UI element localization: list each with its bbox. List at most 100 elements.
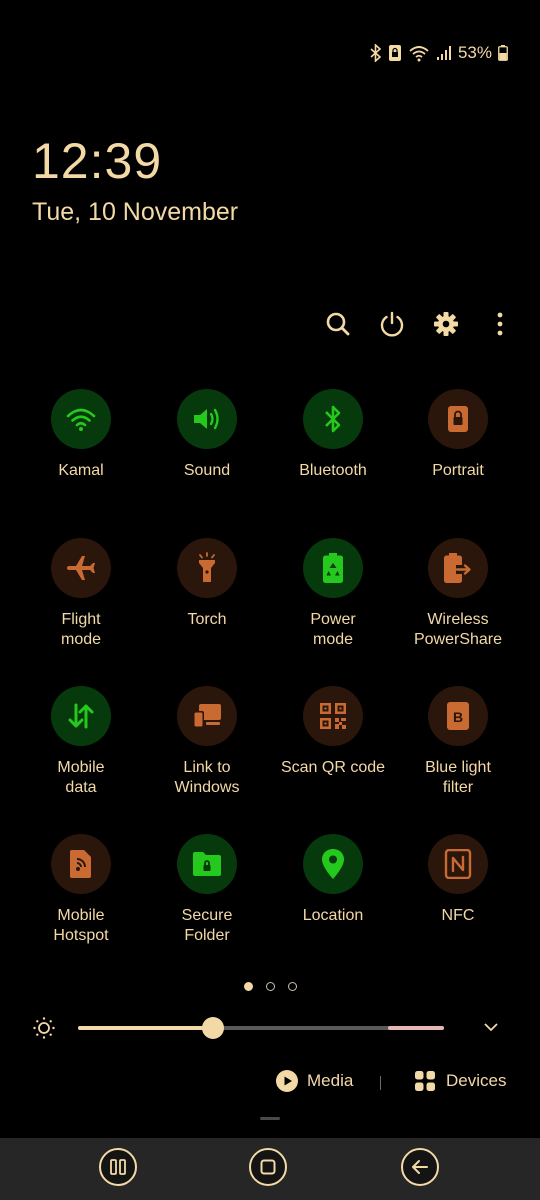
brightness-slider-end bbox=[388, 1026, 444, 1030]
recents-icon bbox=[110, 1159, 126, 1175]
tile-toggle-button[interactable] bbox=[303, 686, 363, 746]
wifi-icon bbox=[66, 406, 96, 432]
tile-toggle-button[interactable] bbox=[51, 538, 111, 598]
tile-hotspot[interactable]: Mobile Hotspot bbox=[18, 834, 144, 946]
tile-toggle-button[interactable]: B bbox=[428, 686, 488, 746]
media-label: Media bbox=[307, 1071, 354, 1090]
tile-label: Mobile data bbox=[57, 759, 105, 796]
bluetooth-status-icon bbox=[370, 44, 382, 62]
tile-toggle-button[interactable] bbox=[303, 834, 363, 894]
tile-battery-recycle[interactable]: Power mode bbox=[270, 538, 396, 650]
gear-icon bbox=[434, 312, 458, 336]
settings-button[interactable] bbox=[430, 308, 462, 340]
expand-button[interactable] bbox=[480, 1016, 502, 1043]
quick-panel-toolbar bbox=[322, 308, 516, 340]
tile-toggle-button[interactable] bbox=[428, 834, 488, 894]
battery-recycle-icon bbox=[322, 552, 344, 584]
battery-percentage: 53% bbox=[457, 43, 492, 62]
power-icon bbox=[380, 311, 404, 337]
battery-share-icon bbox=[443, 552, 473, 584]
recents-button[interactable] bbox=[99, 1148, 137, 1186]
panel-handle[interactable] bbox=[260, 1117, 280, 1120]
tile-secure-folder[interactable]: Secure Folder bbox=[144, 834, 270, 946]
tile-label: Power mode bbox=[310, 611, 356, 648]
tile-location-pin[interactable]: Location bbox=[270, 834, 396, 926]
tile-toggle-button[interactable] bbox=[177, 686, 237, 746]
battery-icon bbox=[498, 45, 508, 61]
tile-battery-share[interactable]: Wireless PowerShare bbox=[395, 538, 521, 650]
date: Tue, 10 November bbox=[32, 198, 239, 226]
tile-label: Sound bbox=[183, 462, 231, 479]
brightness-slider[interactable] bbox=[78, 1017, 444, 1039]
media-devices-row: Media Devices bbox=[0, 1066, 540, 1100]
tile-flashlight[interactable]: Torch bbox=[144, 538, 270, 630]
location-pin-icon bbox=[321, 848, 345, 880]
navigation-bar bbox=[0, 1138, 540, 1200]
page-dot[interactable] bbox=[243, 982, 253, 991]
search-button[interactable] bbox=[322, 308, 354, 340]
data-arrows-icon bbox=[66, 701, 96, 731]
tile-blue-light[interactable]: B Blue light filter bbox=[395, 686, 521, 798]
tile-label: Blue light filter bbox=[425, 759, 491, 796]
chevron-down-icon bbox=[484, 1023, 498, 1032]
page-dot[interactable] bbox=[265, 982, 275, 991]
clock: 12:39 bbox=[32, 133, 163, 189]
tile-toggle-button[interactable] bbox=[51, 389, 111, 449]
home-button[interactable] bbox=[249, 1148, 287, 1186]
tile-nfc[interactable]: NFC bbox=[395, 834, 521, 926]
link-windows-icon bbox=[191, 702, 223, 730]
tile-link-windows[interactable]: Link to Windows bbox=[144, 686, 270, 798]
tile-label: Torch bbox=[187, 611, 227, 628]
flashlight-icon bbox=[194, 552, 220, 584]
devices-button[interactable]: Devices bbox=[414, 1070, 506, 1092]
qr-code-icon bbox=[318, 701, 348, 731]
page-dot[interactable] bbox=[287, 982, 297, 991]
tile-toggle-button[interactable] bbox=[428, 389, 488, 449]
back-button[interactable] bbox=[401, 1148, 439, 1186]
brightness-slider-fill bbox=[78, 1026, 213, 1030]
search-icon bbox=[326, 312, 350, 336]
portrait-lock-icon bbox=[447, 405, 469, 433]
tile-wifi[interactable]: Kamal bbox=[18, 389, 144, 481]
svg-text:B: B bbox=[453, 709, 463, 725]
tile-toggle-button[interactable] bbox=[51, 686, 111, 746]
tile-label: Location bbox=[302, 907, 364, 924]
brightness-control bbox=[0, 1010, 540, 1046]
tile-toggle-button[interactable] bbox=[177, 538, 237, 598]
tile-bluetooth[interactable]: Bluetooth bbox=[270, 389, 396, 481]
tile-label: Kamal bbox=[58, 462, 104, 479]
tile-toggle-button[interactable] bbox=[177, 389, 237, 449]
tile-label: Secure Folder bbox=[181, 907, 233, 944]
power-button[interactable] bbox=[376, 308, 408, 340]
devices-grid-icon bbox=[415, 1071, 435, 1091]
more-vert-icon bbox=[497, 312, 503, 336]
status-bar: 53% bbox=[370, 40, 508, 66]
play-circle-icon bbox=[276, 1070, 298, 1092]
blue-light-icon: B bbox=[446, 701, 470, 731]
page-indicator bbox=[0, 982, 540, 991]
tile-volume[interactable]: Sound bbox=[144, 389, 270, 481]
tile-portrait-lock[interactable]: Portrait bbox=[395, 389, 521, 481]
tile-label: Bluetooth bbox=[299, 462, 367, 479]
tile-qr-code[interactable]: Scan QR code bbox=[270, 686, 396, 778]
media-button[interactable]: Media bbox=[276, 1070, 353, 1092]
brightness-icon bbox=[32, 1016, 56, 1045]
wifi-status-icon bbox=[408, 44, 430, 62]
tile-toggle-button[interactable] bbox=[303, 538, 363, 598]
hotspot-icon bbox=[69, 849, 93, 879]
brightness-slider-thumb[interactable] bbox=[202, 1017, 224, 1039]
more-options-button[interactable] bbox=[484, 308, 516, 340]
signal-status-icon bbox=[436, 45, 452, 61]
tile-toggle-button[interactable] bbox=[303, 389, 363, 449]
tile-toggle-button[interactable] bbox=[428, 538, 488, 598]
tile-label: Flight mode bbox=[60, 611, 102, 648]
airplane-icon bbox=[64, 551, 98, 585]
tile-toggle-button[interactable] bbox=[177, 834, 237, 894]
back-arrow-icon bbox=[412, 1160, 428, 1174]
home-icon bbox=[260, 1159, 276, 1175]
tile-airplane[interactable]: Flight mode bbox=[18, 538, 144, 650]
tile-data-arrows[interactable]: Mobile data bbox=[18, 686, 144, 798]
tile-toggle-button[interactable] bbox=[51, 834, 111, 894]
tile-label: Wireless PowerShare bbox=[413, 611, 503, 648]
devices-label: Devices bbox=[446, 1071, 507, 1090]
